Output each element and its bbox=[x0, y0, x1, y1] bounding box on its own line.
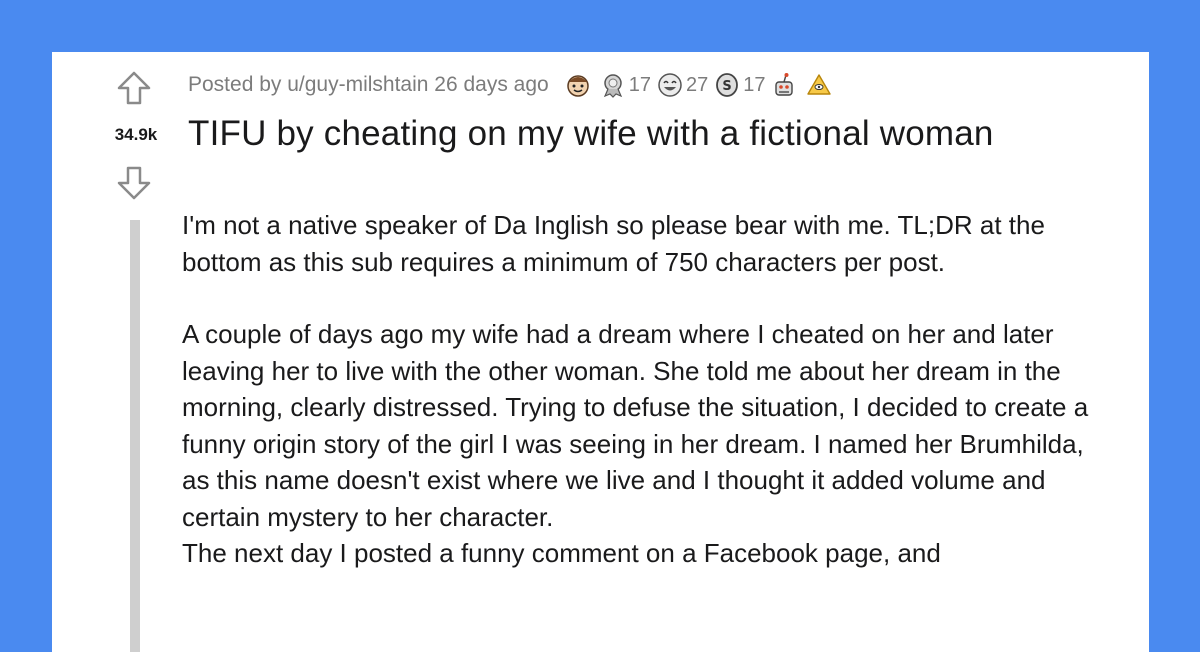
downvote-arrow-icon[interactable] bbox=[116, 165, 152, 201]
posted-by-text[interactable]: Posted by u/guy-milshtain 26 days ago bbox=[188, 73, 549, 97]
post-meta: Posted by u/guy-milshtain 26 days ago 17… bbox=[188, 70, 835, 100]
post-body: I'm not a native speaker of Da Inglish s… bbox=[182, 207, 1102, 572]
award-gold-triangle[interactable] bbox=[806, 72, 835, 98]
coin-award-icon: S bbox=[714, 72, 740, 98]
award-count: 17 bbox=[743, 73, 766, 96]
award-wholesome[interactable] bbox=[565, 72, 594, 98]
gold-triangle-icon bbox=[806, 72, 832, 98]
body-paragraph: The next day I posted a funny comment on… bbox=[182, 538, 941, 568]
award-count: 27 bbox=[685, 73, 709, 96]
award-coin[interactable]: S 17 bbox=[714, 72, 765, 98]
silver-award-icon bbox=[600, 72, 626, 98]
post-title[interactable]: TIFU by cheating on my wife with a ficti… bbox=[188, 114, 994, 154]
award-laughing[interactable]: 27 bbox=[657, 72, 708, 98]
award-snoo[interactable] bbox=[771, 72, 800, 98]
post-card: 34.9k Posted by u/guy-milshtain 26 days … bbox=[52, 52, 1149, 652]
svg-text:S: S bbox=[723, 79, 732, 94]
body-paragraph: I'm not a native speaker of Da Inglish s… bbox=[182, 210, 1045, 277]
award-count: 17 bbox=[628, 73, 651, 96]
laughing-face-icon bbox=[657, 72, 683, 98]
vote-column: 34.9k bbox=[52, 52, 182, 652]
snoo-award-icon bbox=[771, 72, 797, 98]
wholesome-face-icon bbox=[565, 72, 591, 98]
vote-score: 34.9k bbox=[114, 125, 158, 144]
thread-collapse-line[interactable] bbox=[130, 220, 140, 652]
award-silver[interactable]: 17 bbox=[600, 72, 651, 98]
upvote-arrow-icon[interactable] bbox=[116, 70, 152, 106]
body-paragraph: A couple of days ago my wife had a dream… bbox=[182, 319, 1089, 532]
